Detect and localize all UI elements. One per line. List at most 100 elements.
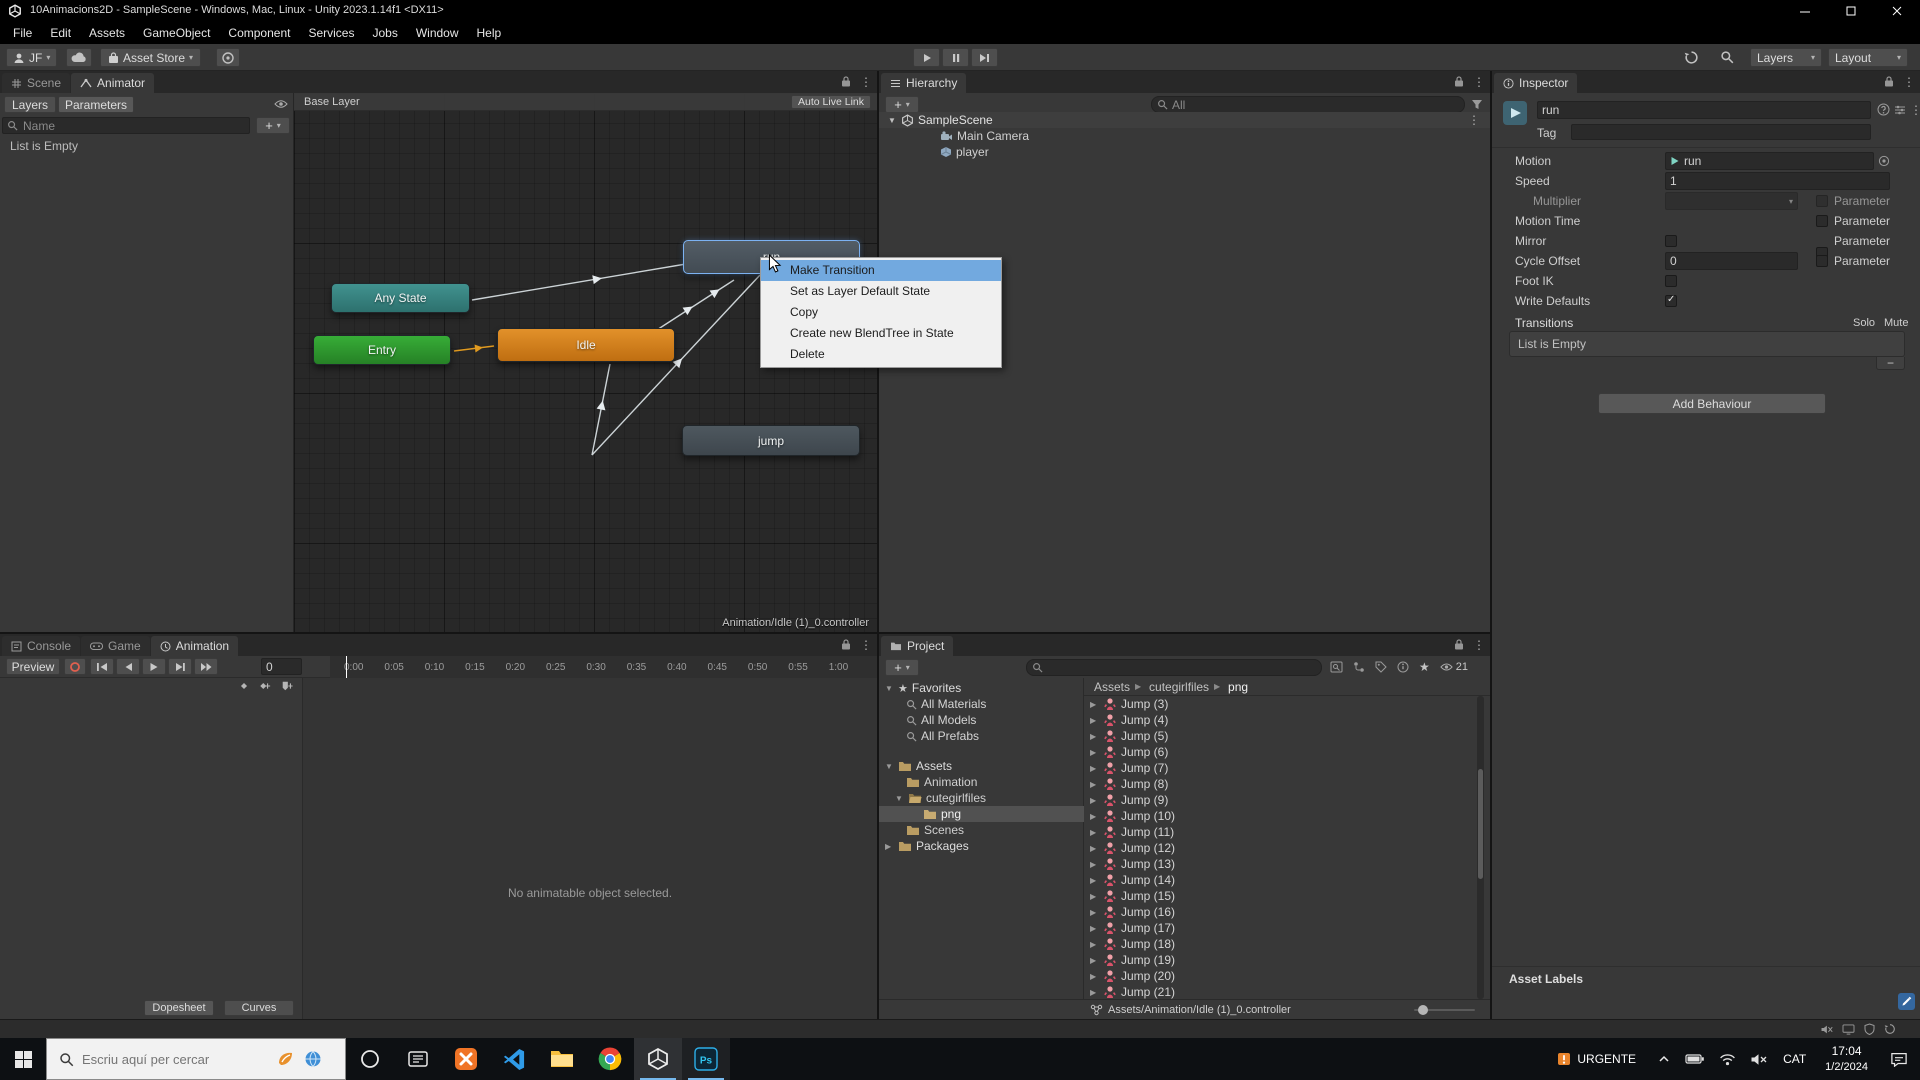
project-file-row[interactable]: ▶ Jump (8) <box>1084 776 1477 792</box>
state-node-any-state[interactable]: Any State <box>331 283 470 313</box>
clock-indicator[interactable]: 17:04 1/2/2024 <box>1815 1038 1878 1080</box>
expander-icon[interactable]: ▶ <box>1090 780 1099 789</box>
expander-icon[interactable]: ▶ <box>1090 844 1099 853</box>
last-key-button[interactable] <box>194 658 218 675</box>
parameter-search-input[interactable] <box>2 117 250 134</box>
expander-icon[interactable]: ▶ <box>1090 732 1099 741</box>
taskbar-search-input[interactable] <box>82 1052 262 1067</box>
expander-icon[interactable]: ▶ <box>1090 700 1099 709</box>
speed-field[interactable]: 1 <box>1665 172 1890 190</box>
project-file-row[interactable]: ▶ Jump (9) <box>1084 792 1477 808</box>
battery-indicator[interactable] <box>1678 1038 1712 1080</box>
preview-button[interactable]: Preview <box>6 658 60 675</box>
create-object-button[interactable]: +▾ <box>885 96 919 113</box>
mirror-checkbox[interactable] <box>1665 235 1677 247</box>
search-button[interactable] <box>1720 50 1734 64</box>
foot-ik-checkbox[interactable] <box>1665 275 1677 287</box>
lock-icon[interactable] <box>1884 75 1894 88</box>
project-file-row[interactable]: ▶ Jump (15) <box>1084 888 1477 904</box>
tree-row-png[interactable]: png <box>879 806 1084 822</box>
object-picker-icon[interactable] <box>1878 155 1890 167</box>
curves-button[interactable]: Curves <box>224 1000 294 1016</box>
breadcrumb-assets[interactable]: Assets <box>1094 680 1130 694</box>
panel-menu-icon[interactable]: ⋮ <box>860 76 872 88</box>
project-file-row[interactable]: ▶ Jump (18) <box>1084 936 1477 952</box>
menu-item[interactable]: File <box>4 26 41 40</box>
pause-button[interactable] <box>942 48 969 67</box>
state-name-field[interactable]: run <box>1537 101 1871 119</box>
tree-row-favorite-search[interactable]: All Prefabs <box>879 728 1084 744</box>
help-icon[interactable] <box>1877 103 1890 116</box>
expander-icon[interactable]: ▶ <box>1090 876 1099 885</box>
context-menu-item[interactable]: Set as Layer Default State <box>761 281 1001 302</box>
project-file-row[interactable]: ▶ Jump (4) <box>1084 712 1477 728</box>
add-event-icon[interactable] <box>280 680 294 692</box>
slider-thumb[interactable] <box>1418 1005 1428 1015</box>
panel-menu-icon[interactable]: ⋮ <box>1903 76 1915 88</box>
project-file-row[interactable]: ▶ Jump (17) <box>1084 920 1477 936</box>
prev-key-button[interactable] <box>116 658 140 675</box>
scene-options-icon[interactable]: ⋮ <box>1468 114 1480 126</box>
presets-icon[interactable] <box>1894 104 1906 116</box>
menu-item[interactable]: Services <box>299 26 363 40</box>
search-highlight-globe-icon[interactable] <box>304 1050 322 1068</box>
expander-icon[interactable]: ▶ <box>1090 924 1099 933</box>
unity-taskbar-button[interactable] <box>634 1038 682 1080</box>
info-icon[interactable] <box>1397 661 1409 673</box>
expander-icon[interactable]: ▶ <box>1090 828 1099 837</box>
project-file-row[interactable]: ▶ Jump (14) <box>1084 872 1477 888</box>
multiplier-parameter-checkbox[interactable] <box>1816 195 1828 207</box>
parameters-tab-button[interactable]: Parameters <box>58 96 134 113</box>
step-button[interactable] <box>971 48 998 67</box>
inspector-more-icon[interactable]: ⋮ <box>1910 104 1920 116</box>
project-file-row[interactable]: ▶ Jump (11) <box>1084 824 1477 840</box>
version-control-button[interactable] <box>216 48 240 67</box>
account-button[interactable]: JF▾ <box>6 48 57 67</box>
lock-icon[interactable] <box>1454 75 1464 88</box>
action-center-button[interactable] <box>1878 1038 1920 1080</box>
layers-tab-button[interactable]: Layers <box>4 96 56 113</box>
maximize-button[interactable] <box>1828 0 1874 22</box>
start-button[interactable] <box>0 1038 46 1080</box>
expander-icon[interactable]: ▶ <box>1090 892 1099 901</box>
vcs-icon[interactable] <box>1353 661 1365 673</box>
add-keyframe-icon[interactable] <box>238 680 250 692</box>
tree-row-animation[interactable]: Animation <box>879 774 1084 790</box>
cortana-button[interactable] <box>346 1038 394 1080</box>
orange-app-button[interactable] <box>442 1038 490 1080</box>
asset-store-button[interactable]: Asset Store▾ <box>100 48 201 67</box>
edit-labels-button[interactable] <box>1898 993 1915 1010</box>
panel-menu-icon[interactable]: ⋮ <box>1473 639 1485 651</box>
project-file-row[interactable]: ▶ Jump (20) <box>1084 968 1477 984</box>
expander-icon[interactable]: ▶ <box>1090 796 1099 805</box>
lock-icon[interactable] <box>841 638 851 651</box>
playhead[interactable] <box>346 656 347 678</box>
layers-dropdown[interactable]: Layers▾ <box>1750 48 1822 67</box>
add-behaviour-button[interactable]: Add Behaviour <box>1598 393 1826 414</box>
minimize-button[interactable] <box>1782 0 1828 22</box>
breadcrumb-cutegirlfiles[interactable]: cutegirlfiles <box>1149 680 1209 694</box>
tab-scene[interactable]: Scene <box>2 73 70 93</box>
tab-hierarchy[interactable]: Hierarchy <box>881 73 966 93</box>
tree-row-favorites[interactable]: ▼★Favorites <box>879 680 1084 696</box>
expander-icon[interactable]: ▶ <box>1090 956 1099 965</box>
state-node-jump[interactable]: jump <box>682 425 860 456</box>
state-node-entry[interactable]: Entry <box>313 335 451 365</box>
undo-history-button[interactable] <box>1684 50 1699 65</box>
project-file-row[interactable]: ▶ Jump (5) <box>1084 728 1477 744</box>
tab-inspector[interactable]: Inspector <box>1494 73 1577 93</box>
frame-field[interactable]: 0 <box>261 658 302 675</box>
thumbnail-size-slider[interactable] <box>1414 1009 1475 1011</box>
cycle-offset-parameter-checkbox[interactable] <box>1816 255 1828 267</box>
next-key-button[interactable] <box>168 658 192 675</box>
record-button[interactable] <box>64 658 86 675</box>
hierarchy-row-player[interactable]: player <box>879 144 1490 160</box>
language-indicator[interactable]: CAT <box>1774 1038 1815 1080</box>
chrome-button[interactable] <box>586 1038 634 1080</box>
menu-item[interactable]: Jobs <box>363 26 406 40</box>
expander-icon[interactable]: ▶ <box>1090 940 1099 949</box>
expander-icon[interactable]: ▶ <box>1090 972 1099 981</box>
tree-row-packages[interactable]: ▶Packages <box>879 838 1084 854</box>
hierarchy-row-scene[interactable]: ▼ SampleScene ⋮ <box>879 112 1490 128</box>
tab-console[interactable]: Console <box>2 636 80 656</box>
